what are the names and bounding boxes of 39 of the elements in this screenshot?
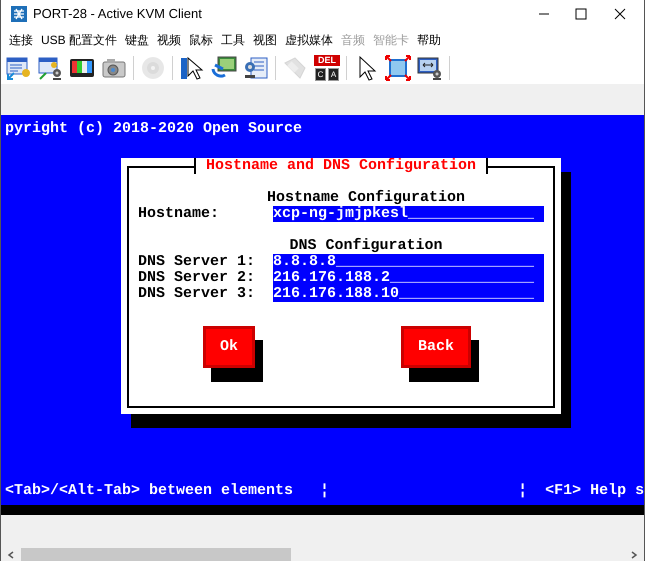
scrollbar-thumb[interactable] (21, 548, 291, 561)
menu-item[interactable]: 虚拟媒体 (281, 31, 338, 49)
close-icon[interactable] (614, 8, 626, 20)
menu-item[interactable]: 视频 (153, 31, 186, 49)
input-field[interactable]: 8.8.8.8______________________ (273, 254, 544, 270)
menu-item[interactable]: USB 配置文件 (37, 31, 122, 49)
app-logo-icon (11, 6, 27, 22)
menu-item[interactable]: 连接 (5, 31, 37, 49)
input-field[interactable]: xcp-ng-jmjpkesl______________ (273, 206, 544, 222)
window-title: PORT-28 - Active KVM Client (33, 5, 202, 24)
menu-item[interactable]: 帮助 (413, 31, 446, 49)
menu-item[interactable]: 键盘 (121, 31, 154, 49)
input-field[interactable]: 216.176.188.2________________ (273, 270, 544, 286)
separator-mark: ¦ (320, 483, 330, 499)
cursor-icon[interactable] (179, 55, 205, 81)
separator-mark: ¦ (518, 483, 528, 499)
maximize-icon[interactable] (575, 8, 587, 20)
field-label: DNS Server 2: (138, 270, 256, 286)
field-label: DNS Server 3: (138, 286, 256, 302)
section-heading: Hostname Configuration (266, 190, 466, 206)
scroll-left-icon[interactable] (7, 551, 15, 559)
field-label: Hostname: (138, 206, 220, 222)
menu-item[interactable]: 鼠标 (185, 31, 218, 49)
screen-webcam-icon[interactable] (417, 55, 443, 81)
help-hint: <Tab>/<Alt-Tab> between elements (5, 483, 294, 499)
help-hint: <F1> Help s (545, 483, 644, 499)
copyright-line: pyright (c) 2018-2020 Open Source (5, 121, 302, 137)
dialog-button[interactable]: Ok (203, 326, 256, 368)
scroll-right-icon[interactable] (630, 551, 638, 559)
field-label: DNS Server 1: (138, 254, 256, 270)
input-field[interactable]: 216.176.188.10_______________ (273, 286, 544, 302)
window-webcam-icon[interactable] (37, 55, 63, 81)
section-heading: DNS Configuration (289, 238, 443, 254)
dialog-title: Hostname and DNS Configuration (194, 158, 488, 174)
menu-item[interactable]: 工具 (217, 31, 250, 49)
dialog-button[interactable]: Back (401, 326, 472, 368)
menu-item[interactable]: 视图 (249, 31, 282, 49)
config-window-icon[interactable] (5, 55, 31, 81)
monitor-webcam-icon[interactable] (243, 55, 269, 81)
